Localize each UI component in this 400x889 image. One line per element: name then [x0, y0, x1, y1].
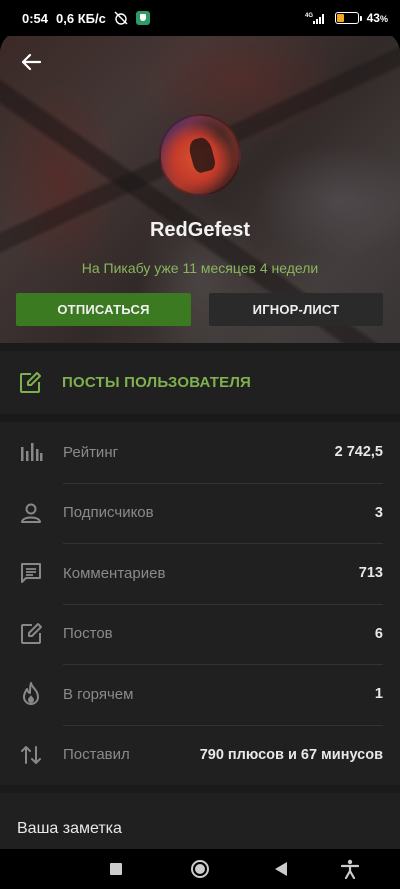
stat-label: Комментариев — [63, 564, 166, 582]
status-time: 0:54 — [22, 10, 49, 26]
note-label: Ваша заметка — [17, 820, 122, 837]
accessibility-button[interactable] — [339, 859, 361, 879]
avatar[interactable] — [159, 114, 241, 196]
stat-hot[interactable]: В горячем 1 — [0, 664, 400, 725]
stat-label: В горячем — [63, 685, 134, 703]
triangle-left-icon — [275, 862, 287, 876]
square-icon — [110, 863, 122, 875]
flame-icon — [17, 681, 45, 707]
stat-subscribers[interactable]: Подписчиков 3 — [0, 482, 400, 544]
unsubscribe-button[interactable]: ОТПИСАТЬСЯ — [16, 293, 191, 326]
battery-percent: 43 — [366, 11, 380, 25]
system-nav-bar — [0, 849, 400, 889]
member-since: На Пикабу уже 11 месяцев 4 недели — [81, 260, 319, 276]
stat-value: 6 — [374, 625, 383, 642]
stat-label: Подписчиков — [63, 504, 154, 522]
edit-icon — [20, 371, 41, 393]
stat-label: Рейтинг — [63, 443, 119, 461]
arrow-left-icon — [21, 53, 41, 71]
svg-text:4G: 4G — [305, 13, 313, 19]
user-posts-link[interactable]: ПОСТЫ ПОЛЬЗОВАТЕЛЯ — [0, 351, 400, 414]
stat-votes: Поставил 790 плюсов и 67 минусов — [0, 724, 400, 786]
username: RedGefest — [149, 219, 251, 241]
profile-screen: RedGefest На Пикабу уже 11 месяцев 4 нед… — [0, 31, 400, 849]
stat-comments[interactable]: Комментариев 713 — [0, 543, 400, 604]
home-button[interactable] — [189, 859, 211, 879]
ignore-list-button[interactable]: ИГНОР-ЛИСТ — [209, 293, 383, 326]
signal-icon: 4G — [305, 11, 327, 25]
recents-button[interactable] — [108, 859, 124, 879]
bar-chart-icon — [17, 441, 45, 463]
user-posts-label: ПОСТЫ ПОЛЬЗОВАТЕЛЯ — [62, 374, 252, 391]
profile-header: RedGefest На Пикабу уже 11 месяцев 4 нед… — [0, 31, 400, 343]
stat-rating: Рейтинг 2 742,5 — [0, 422, 400, 483]
stat-label: Постов — [63, 625, 113, 643]
person-icon — [17, 501, 45, 525]
comment-icon — [17, 561, 45, 585]
status-bar: 0:54 0,6 КБ/с 4G 43% — [0, 0, 400, 36]
battery-icon — [334, 12, 362, 24]
circle-icon — [191, 860, 209, 878]
stat-label: Поставил — [63, 746, 130, 764]
alarm-off-icon — [114, 11, 128, 25]
stat-value: 790 плюсов и 67 минусов — [199, 746, 383, 763]
status-speed: 0,6 КБ/с — [56, 10, 106, 26]
back-button[interactable] — [16, 49, 46, 75]
up-down-arrows-icon — [17, 743, 45, 767]
stat-posts[interactable]: Постов 6 — [0, 603, 400, 665]
stat-value: 1 — [374, 686, 383, 703]
shield-icon — [135, 11, 150, 25]
accessibility-icon — [341, 859, 359, 879]
stats-list: Рейтинг 2 742,5 Подписчиков 3 Комментари… — [0, 422, 400, 785]
note-section[interactable]: Ваша заметка — [0, 793, 400, 849]
edit-icon — [17, 622, 45, 646]
stat-value: 2 742,5 — [334, 444, 383, 461]
stat-value: 3 — [374, 504, 383, 521]
stat-value: 713 — [358, 565, 383, 582]
back-nav-button[interactable] — [272, 859, 290, 879]
